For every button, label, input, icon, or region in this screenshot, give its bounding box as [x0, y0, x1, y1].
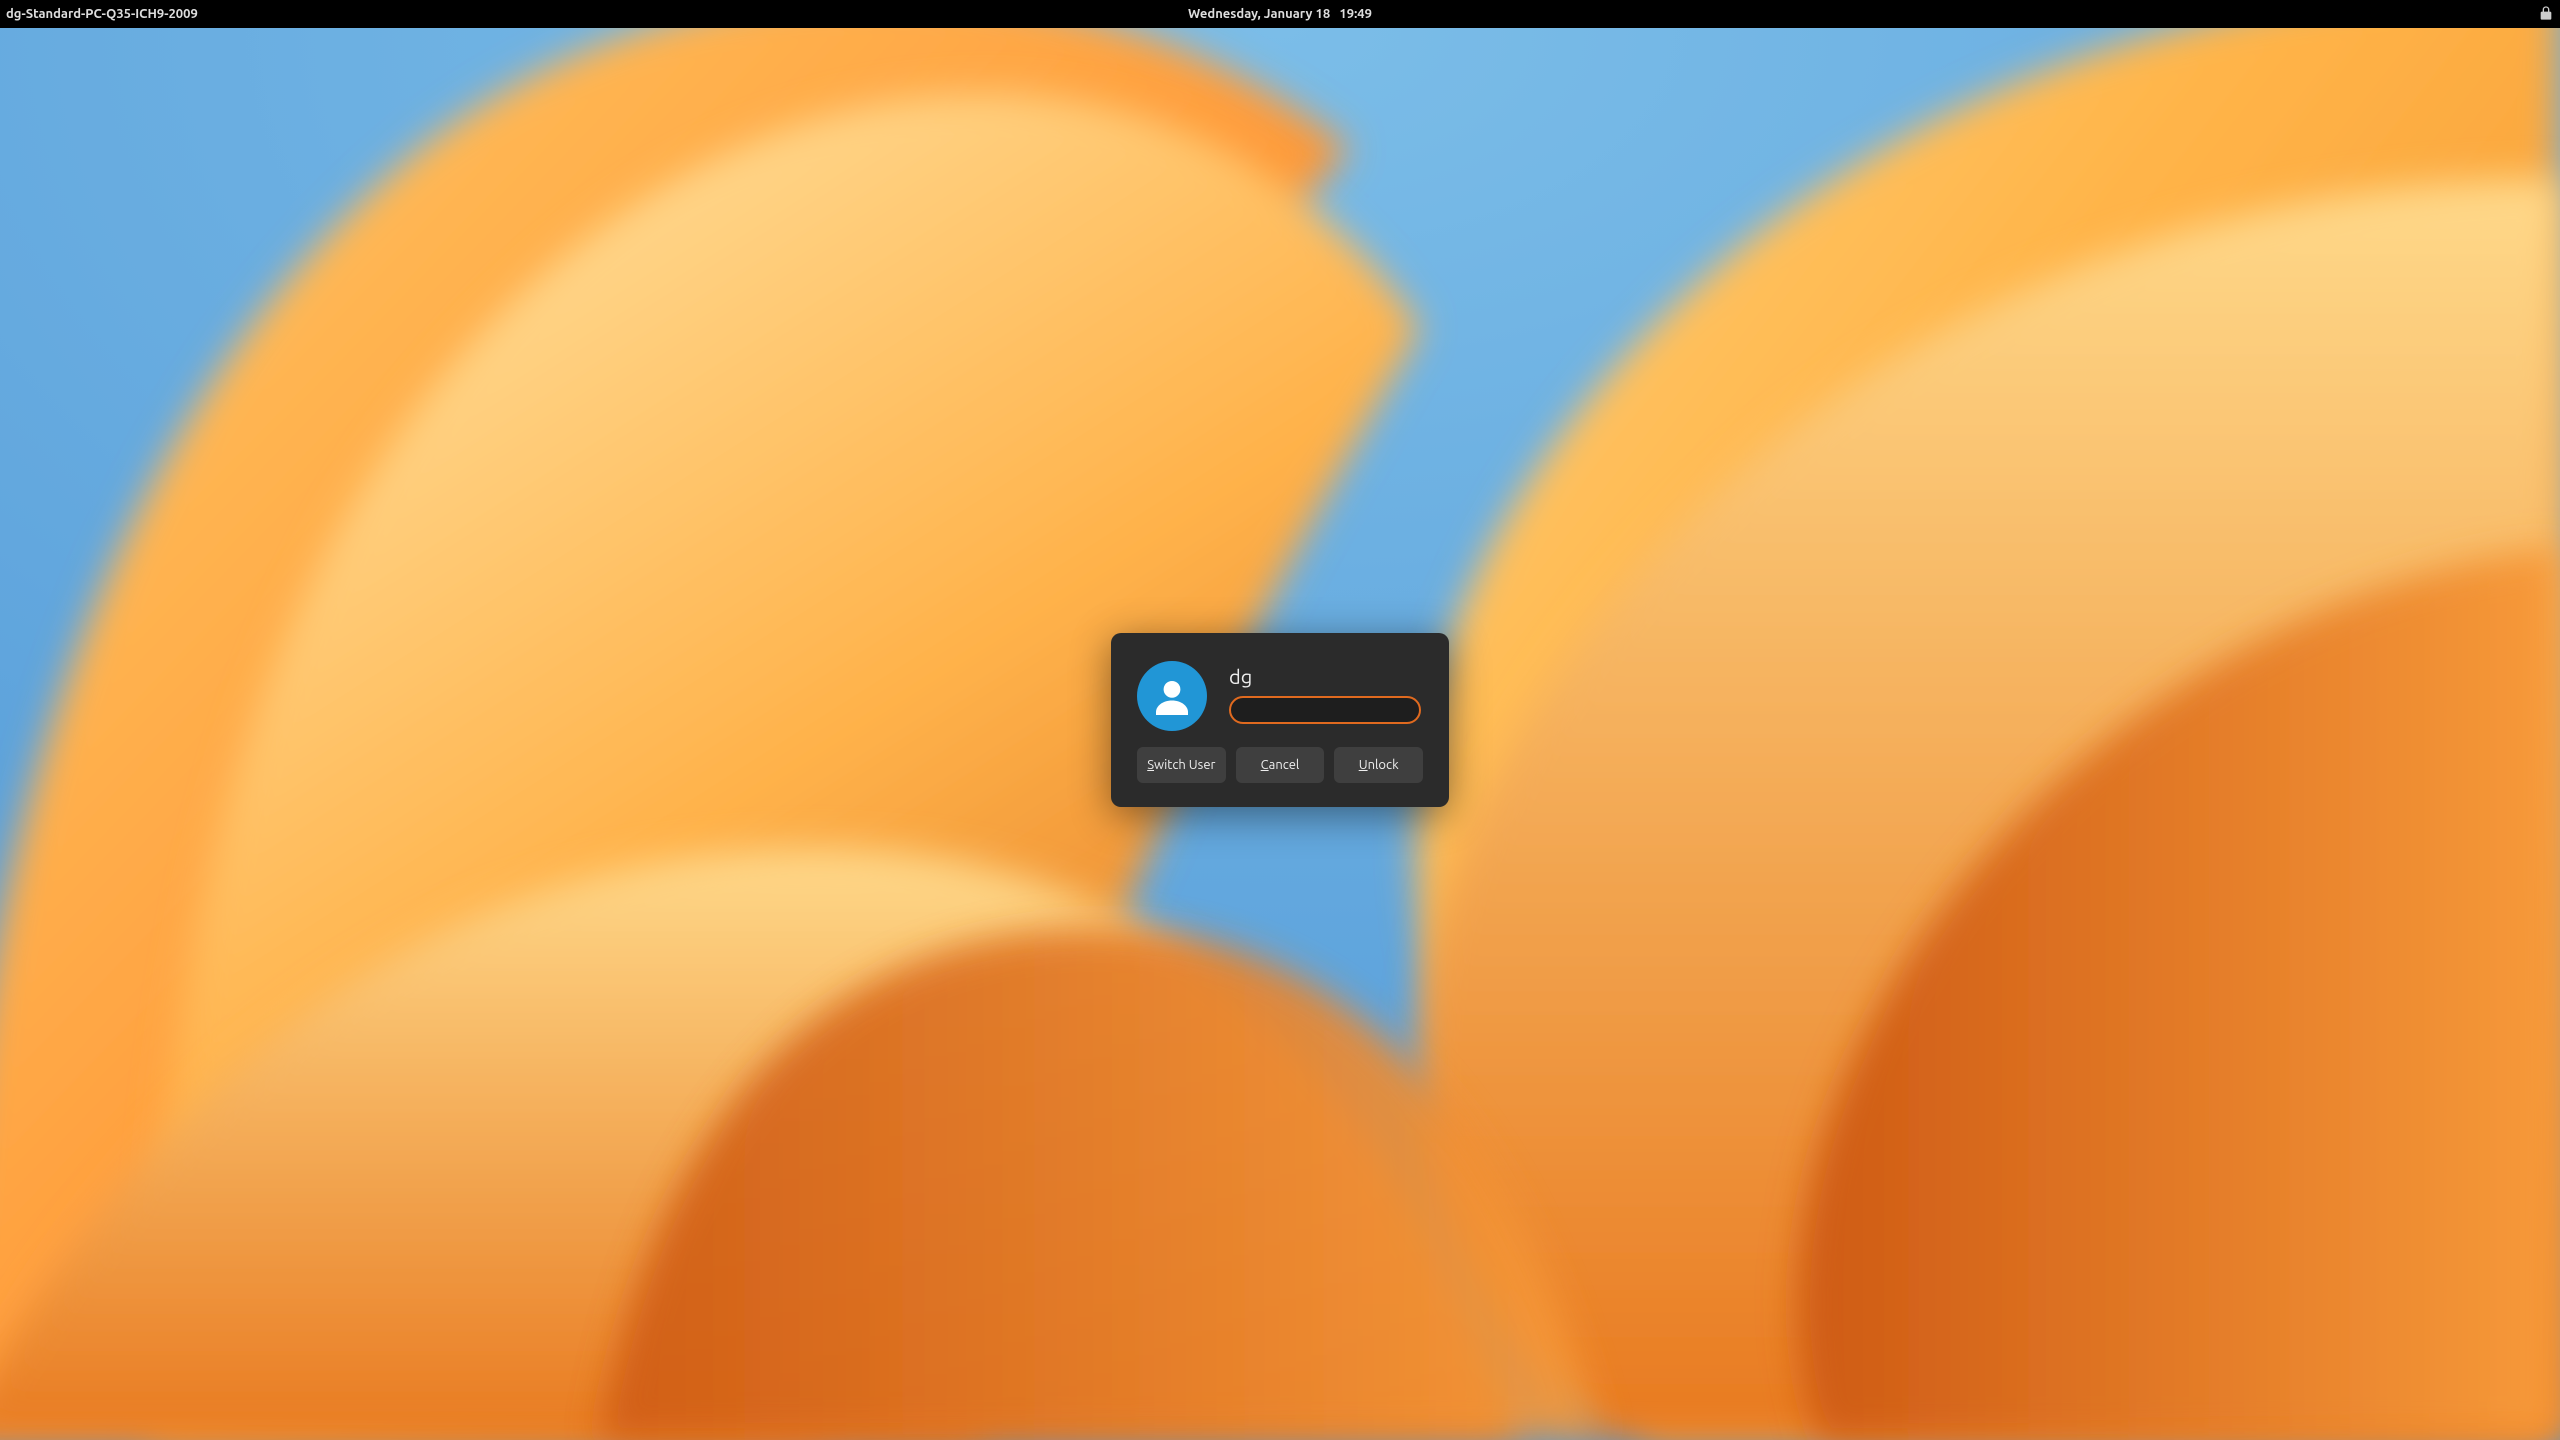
switch-user-rest: witch User	[1154, 758, 1215, 772]
clock-label[interactable]: Wednesday, January 18 19:49	[1188, 7, 1372, 21]
time-text: 19:49	[1339, 7, 1372, 21]
unlock-rest: nlock	[1368, 758, 1399, 772]
cancel-rest: ancel	[1269, 758, 1300, 772]
top-panel: dg-Standard-PC-Q35-ICH9-2009 Wednesday, …	[0, 0, 2560, 28]
lock-icon	[2538, 5, 2554, 24]
user-area: dg	[1229, 661, 1423, 724]
date-text: Wednesday, January 18	[1188, 7, 1330, 21]
password-input[interactable]	[1229, 696, 1421, 724]
unlock-button[interactable]: Unlock	[1334, 747, 1423, 783]
avatar	[1137, 661, 1207, 731]
hostname-label: dg-Standard-PC-Q35-ICH9-2009	[6, 7, 198, 21]
cancel-button[interactable]: Cancel	[1236, 747, 1325, 783]
username-label: dg	[1229, 665, 1423, 688]
dialog-top-row: dg	[1137, 661, 1423, 731]
panel-right	[2538, 5, 2554, 24]
switch-user-button[interactable]: Switch User	[1137, 747, 1226, 783]
button-row: Switch User Cancel Unlock	[1137, 747, 1423, 783]
unlock-dialog: dg Switch User Cancel Unlock	[1111, 633, 1449, 807]
